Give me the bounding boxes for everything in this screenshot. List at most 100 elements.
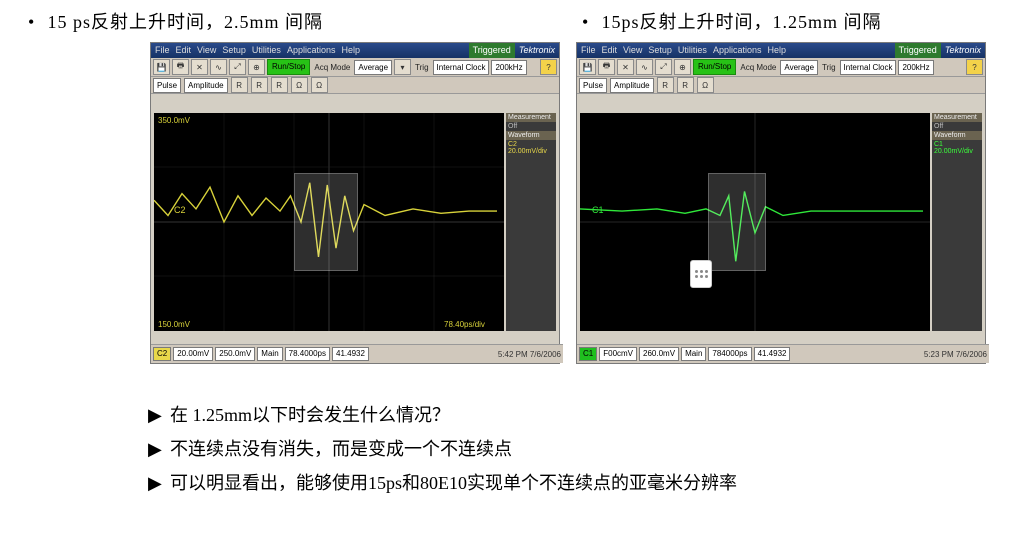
toolbar-1: 💾 🖶 ✕ ∿ ⤢ ⊕ Run/Stop Acq Mode Average Tr…: [577, 58, 985, 77]
tool-icon[interactable]: ✕: [191, 59, 208, 75]
drag-handle-icon: [690, 260, 712, 288]
botright: 78.40ps/div: [444, 320, 485, 329]
acq-mode-select[interactable]: Average: [780, 60, 818, 75]
menu-view[interactable]: View: [197, 43, 216, 58]
status-bar: C2 20.00mV 250.0mV Main 78.4000ps 41.493…: [151, 344, 563, 363]
trig-label: Trig: [822, 63, 835, 72]
rate-select[interactable]: 200kHz: [491, 60, 526, 75]
channel-chip[interactable]: C2: [153, 347, 171, 361]
scope-pair: File Edit View Setup Utilities Applicati…: [150, 42, 990, 364]
side-panel: Measurement Off Waveform C1 20.00mV/div: [932, 113, 982, 331]
wave-icon[interactable]: ∿: [210, 59, 227, 75]
selection-box: [294, 173, 358, 271]
help-icon[interactable]: ?: [966, 59, 983, 75]
menu-apps[interactable]: Applications: [713, 43, 762, 58]
chevron-down-icon[interactable]: ▾: [394, 59, 411, 75]
timestamp: 5:23 PM 7/6/2006: [924, 350, 987, 359]
vdiv[interactable]: 20.00mV: [173, 347, 213, 361]
run-stop-button[interactable]: Run/Stop: [267, 59, 310, 75]
vdiv[interactable]: F00cmV: [599, 347, 637, 361]
meas-icon[interactable]: Ω: [311, 77, 328, 93]
menu-help[interactable]: Help: [341, 43, 360, 58]
amp-select[interactable]: Amplitude: [184, 78, 228, 93]
cursor-icon[interactable]: ⊕: [674, 59, 691, 75]
main-chip[interactable]: Main: [257, 347, 282, 361]
list-item: ▶ 可以明显看出，能够使用15ps和80E10实现单个不连续点的亚毫米分辨率: [148, 466, 978, 500]
menu-help[interactable]: Help: [767, 43, 786, 58]
top-val: 350.0mV: [158, 116, 191, 125]
brand: Tektronix: [519, 43, 555, 58]
print-icon[interactable]: 🖶: [598, 59, 615, 75]
note-text: 在 1.25mm以下时会发生什么情况？: [170, 398, 450, 432]
trig-src-select[interactable]: Internal Clock: [433, 60, 490, 75]
save-icon[interactable]: 💾: [153, 59, 170, 75]
pulse-select[interactable]: Pulse: [153, 78, 181, 93]
titlebar: File Edit View Setup Utilities Applicati…: [151, 43, 559, 58]
bullet-icon: •: [28, 12, 42, 33]
cursor-icon[interactable]: ⊕: [248, 59, 265, 75]
wf-label: C2 20.00mV/div: [506, 140, 556, 156]
plot-left[interactable]: 350.0mV 150.0mV 78.40ps/div C2: [154, 113, 504, 331]
caption-left: • 15 ps反射上升时间，2.5mm 间隔: [28, 8, 323, 34]
amp-select[interactable]: Amplitude: [610, 78, 654, 93]
caption-right: • 15ps反射上升时间，1.25mm 间隔: [582, 8, 882, 34]
wf-label: C1 20.00mV/div: [932, 140, 982, 156]
vdiv2[interactable]: 260.0mV: [639, 347, 679, 361]
list-item: ▶ 在 1.25mm以下时会发生什么情况？: [148, 398, 978, 432]
print-icon[interactable]: 🖶: [172, 59, 189, 75]
triangle-icon: ▶: [148, 466, 170, 500]
wf-header: Waveform: [932, 131, 982, 140]
zoom-icon[interactable]: ⤢: [229, 59, 246, 75]
meas-header: Measurement: [932, 113, 982, 122]
scope-right: File Edit View Setup Utilities Applicati…: [576, 42, 986, 364]
acq-mode-select[interactable]: Average: [354, 60, 392, 75]
menu-apps[interactable]: Applications: [287, 43, 336, 58]
acq-label: Acq Mode: [740, 63, 776, 72]
menu-edit[interactable]: Edit: [602, 43, 618, 58]
pos2[interactable]: 41.4932: [754, 347, 791, 361]
main-chip[interactable]: Main: [681, 347, 706, 361]
help-icon[interactable]: ?: [540, 59, 557, 75]
menu-file[interactable]: File: [581, 43, 596, 58]
meas-icon[interactable]: R: [251, 77, 268, 93]
rate-select[interactable]: 200kHz: [898, 60, 933, 75]
vdiv2[interactable]: 250.0mV: [215, 347, 255, 361]
menu-file[interactable]: File: [155, 43, 170, 58]
triangle-icon: ▶: [148, 432, 170, 466]
wf-header: Waveform: [506, 131, 556, 140]
pulse-select[interactable]: Pulse: [579, 78, 607, 93]
run-stop-button[interactable]: Run/Stop: [693, 59, 736, 75]
meas-icon[interactable]: Ω: [697, 77, 714, 93]
note-text: 可以明显看出，能够使用15ps和80E10实现单个不连续点的亚毫米分辨率: [170, 466, 737, 500]
toolbar-2: Pulse Amplitude R R R Ω Ω: [151, 77, 559, 94]
tool-icon[interactable]: ✕: [617, 59, 634, 75]
wave-icon[interactable]: ∿: [636, 59, 653, 75]
meas-icon[interactable]: R: [271, 77, 288, 93]
zoom-icon[interactable]: ⤢: [655, 59, 672, 75]
menu-setup[interactable]: Setup: [222, 43, 246, 58]
menu-util[interactable]: Utilities: [678, 43, 707, 58]
caption-right-text: 15ps反射上升时间，1.25mm 间隔: [602, 12, 882, 32]
pos[interactable]: 784000ps: [708, 347, 751, 361]
pos[interactable]: 78.4000ps: [285, 347, 330, 361]
side-panel: Measurement Off Waveform C2 20.00mV/div: [506, 113, 556, 331]
note-text: 不连续点没有消失，而是变成一个不连续点: [170, 432, 512, 466]
trig-src-select[interactable]: Internal Clock: [840, 60, 897, 75]
list-item: ▶ 不连续点没有消失，而是变成一个不连续点: [148, 432, 978, 466]
selection-box: [708, 173, 766, 271]
meas-icon[interactable]: R: [657, 77, 674, 93]
save-icon[interactable]: 💾: [579, 59, 596, 75]
channel-chip[interactable]: C1: [579, 347, 597, 361]
notes-list: ▶ 在 1.25mm以下时会发生什么情况？ ▶ 不连续点没有消失，而是变成一个不…: [148, 398, 978, 501]
meas-icon[interactable]: Ω: [291, 77, 308, 93]
meas-icon[interactable]: R: [231, 77, 248, 93]
menu-edit[interactable]: Edit: [176, 43, 192, 58]
menu-setup[interactable]: Setup: [648, 43, 672, 58]
pos2[interactable]: 41.4932: [332, 347, 369, 361]
trigger-badge: Triggered: [469, 43, 515, 58]
plot-right[interactable]: C1: [580, 113, 930, 331]
menu-util[interactable]: Utilities: [252, 43, 281, 58]
ch-label: C1: [592, 205, 604, 215]
menu-view[interactable]: View: [623, 43, 642, 58]
meas-icon[interactable]: R: [677, 77, 694, 93]
